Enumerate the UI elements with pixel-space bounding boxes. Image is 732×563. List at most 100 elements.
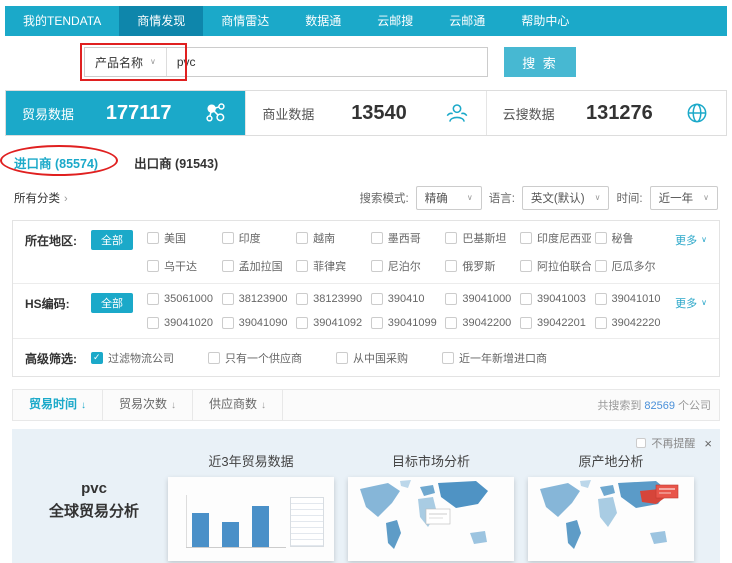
globe-icon <box>684 100 710 126</box>
option-label: 38123990 <box>313 293 362 305</box>
region-filter-row: 所在地区: 全部 美国 印度 越南 墨西哥 巴基斯坦 印度尼西亚 秘鲁 乌干达 … <box>13 221 719 284</box>
hs-code-option[interactable]: 39041010 <box>595 293 666 305</box>
checkbox-icon <box>371 232 383 244</box>
region-option[interactable]: 乌干达 <box>147 258 218 274</box>
region-option[interactable]: 厄瓜多尔 <box>595 258 666 274</box>
advanced-option-sourced-from-china[interactable]: 从中国采购 <box>336 350 408 366</box>
region-option[interactable]: 俄罗斯 <box>445 258 516 274</box>
filter-toolbar: 所有分类› 搜索模式: 精确 语言: 英文(默认) 时间: 近一年 <box>0 180 732 220</box>
advanced-option-single-supplier[interactable]: 只有一个供应商 <box>208 350 302 366</box>
sort-bar: 贸易时间 贸易次数 供应商数 共搜索到82569个公司 <box>12 389 720 421</box>
hs-code-option[interactable]: 39041000 <box>445 293 516 305</box>
stat-trade-data[interactable]: 贸易数据 177117 <box>6 91 246 135</box>
checkbox-icon <box>595 317 607 329</box>
search-mode-select[interactable]: 精确 <box>416 186 482 210</box>
banner-title: pvc 全球贸易分析 <box>20 451 168 524</box>
search-row: 产品名称 搜 索 <box>0 36 732 88</box>
hs-code-option[interactable]: 39041099 <box>371 317 442 329</box>
region-option[interactable]: 秘鲁 <box>595 230 666 246</box>
region-all-button[interactable]: 全部 <box>91 230 133 250</box>
hs-code-option[interactable]: 39041020 <box>147 317 218 329</box>
search-button[interactable]: 搜 索 <box>504 47 576 77</box>
nav-item-help-center[interactable]: 帮助中心 <box>503 6 587 36</box>
tab-importers[interactable]: 进口商 (85574) <box>14 153 98 172</box>
bar <box>222 522 239 547</box>
language-select[interactable]: 英文(默认) <box>522 186 610 210</box>
card-target-market[interactable]: 目标市场分析 <box>348 451 514 561</box>
mini-table-graphic <box>290 497 324 547</box>
hs-code-option[interactable]: 39041090 <box>222 317 293 329</box>
region-option[interactable]: 美国 <box>147 230 218 246</box>
search-field-type-select[interactable]: 产品名称 <box>85 48 167 76</box>
hs-code-filter-label: HS编码: <box>25 293 91 312</box>
region-option[interactable]: 阿拉伯联合酋... <box>520 258 591 274</box>
sort-supplier-count[interactable]: 供应商数 <box>193 389 283 421</box>
more-label: 更多 <box>675 295 697 311</box>
checkbox-icon[interactable] <box>636 438 646 448</box>
option-label: 过滤物流公司 <box>108 350 174 366</box>
option-label: 秘鲁 <box>612 230 634 246</box>
importer-exporter-tabs: 进口商 (85574) 出口商 (91543) <box>0 136 732 180</box>
time-select[interactable]: 近一年 <box>650 186 718 210</box>
hs-code-option[interactable]: 39042200 <box>445 317 516 329</box>
banner-keyword: pvc <box>20 477 168 500</box>
checkbox-icon <box>595 260 607 272</box>
close-icon[interactable]: × <box>704 437 712 450</box>
nav-item-my-tendata[interactable]: 我的TENDATA <box>5 6 119 36</box>
advanced-option-new-importers[interactable]: 近一年新增进口商 <box>442 350 547 366</box>
region-option[interactable]: 越南 <box>296 230 367 246</box>
card-trade-data-3years[interactable]: 近3年贸易数据 <box>168 451 334 561</box>
language-label: 语言: <box>489 190 515 206</box>
stat-business-data[interactable]: 商业数据 13540 <box>246 91 486 135</box>
dismiss-label: 不再提醒 <box>651 435 695 451</box>
hs-code-all-button[interactable]: 全部 <box>91 293 133 313</box>
search-input[interactable] <box>167 48 487 76</box>
region-option[interactable]: 尼泊尔 <box>371 258 442 274</box>
nav-item-business-discovery[interactable]: 商情发现 <box>119 6 203 36</box>
hs-code-option[interactable]: 38123990 <box>296 293 367 305</box>
all-categories-link[interactable]: 所有分类› <box>14 190 68 206</box>
option-label: 印度尼西亚 <box>537 230 591 246</box>
dismiss-reminder[interactable]: 不再提醒 × <box>636 435 712 451</box>
chevron-down-icon <box>701 299 707 307</box>
card-title: 近3年贸易数据 <box>168 451 334 470</box>
region-options: 美国 印度 越南 墨西哥 巴基斯坦 印度尼西亚 秘鲁 乌干达 孟加拉国 菲律宾 … <box>147 230 665 274</box>
card-origin-analysis[interactable]: 原产地分析 <box>528 451 694 561</box>
chart-x-axis <box>186 547 286 548</box>
checkbox-icon <box>222 260 234 272</box>
hs-code-option[interactable]: 39042220 <box>595 317 666 329</box>
hs-code-option[interactable]: 35061000 <box>147 293 218 305</box>
toolbar-selects: 搜索模式: 精确 语言: 英文(默认) 时间: 近一年 <box>360 186 719 210</box>
region-option[interactable]: 巴基斯坦 <box>445 230 516 246</box>
sort-trade-count[interactable]: 贸易次数 <box>103 389 193 421</box>
region-option[interactable]: 印度 <box>222 230 293 246</box>
hs-code-option[interactable]: 39041003 <box>520 293 591 305</box>
nav-item-cloud-mail-search[interactable]: 云邮搜 <box>359 6 431 36</box>
tab-exporters[interactable]: 出口商 (91543) <box>134 153 218 172</box>
region-option[interactable]: 印度尼西亚 <box>520 230 591 246</box>
chevron-down-icon <box>595 194 601 202</box>
hs-code-option[interactable]: 39041092 <box>296 317 367 329</box>
region-option[interactable]: 菲律宾 <box>296 258 367 274</box>
chevron-down-icon <box>150 58 156 66</box>
sort-trade-time[interactable]: 贸易时间 <box>13 389 103 421</box>
nav-item-data-pass[interactable]: 数据通 <box>287 6 359 36</box>
nav-item-business-radar[interactable]: 商情雷达 <box>203 6 287 36</box>
hs-code-options: 35061000 38123900 38123990 390410 390410… <box>147 293 665 329</box>
checkbox-icon <box>296 317 308 329</box>
option-label: 墨西哥 <box>388 230 421 246</box>
region-more-link[interactable]: 更多 <box>675 230 707 248</box>
filter-panel: 所在地区: 全部 美国 印度 越南 墨西哥 巴基斯坦 印度尼西亚 秘鲁 乌干达 … <box>12 220 720 377</box>
stat-cloud-search-data[interactable]: 云搜数据 131276 <box>487 91 726 135</box>
result-suffix: 个公司 <box>678 400 711 412</box>
hs-code-option[interactable]: 39042201 <box>520 317 591 329</box>
nav-item-cloud-mail[interactable]: 云邮通 <box>431 6 503 36</box>
time-value: 近一年 <box>659 190 694 206</box>
hs-code-option[interactable]: 390410 <box>371 293 442 305</box>
advanced-option-filter-logistics[interactable]: 过滤物流公司 <box>91 350 174 366</box>
world-map-graphic <box>348 477 514 561</box>
region-option[interactable]: 墨西哥 <box>371 230 442 246</box>
hs-code-more-link[interactable]: 更多 <box>675 293 707 311</box>
region-option[interactable]: 孟加拉国 <box>222 258 293 274</box>
hs-code-option[interactable]: 38123900 <box>222 293 293 305</box>
